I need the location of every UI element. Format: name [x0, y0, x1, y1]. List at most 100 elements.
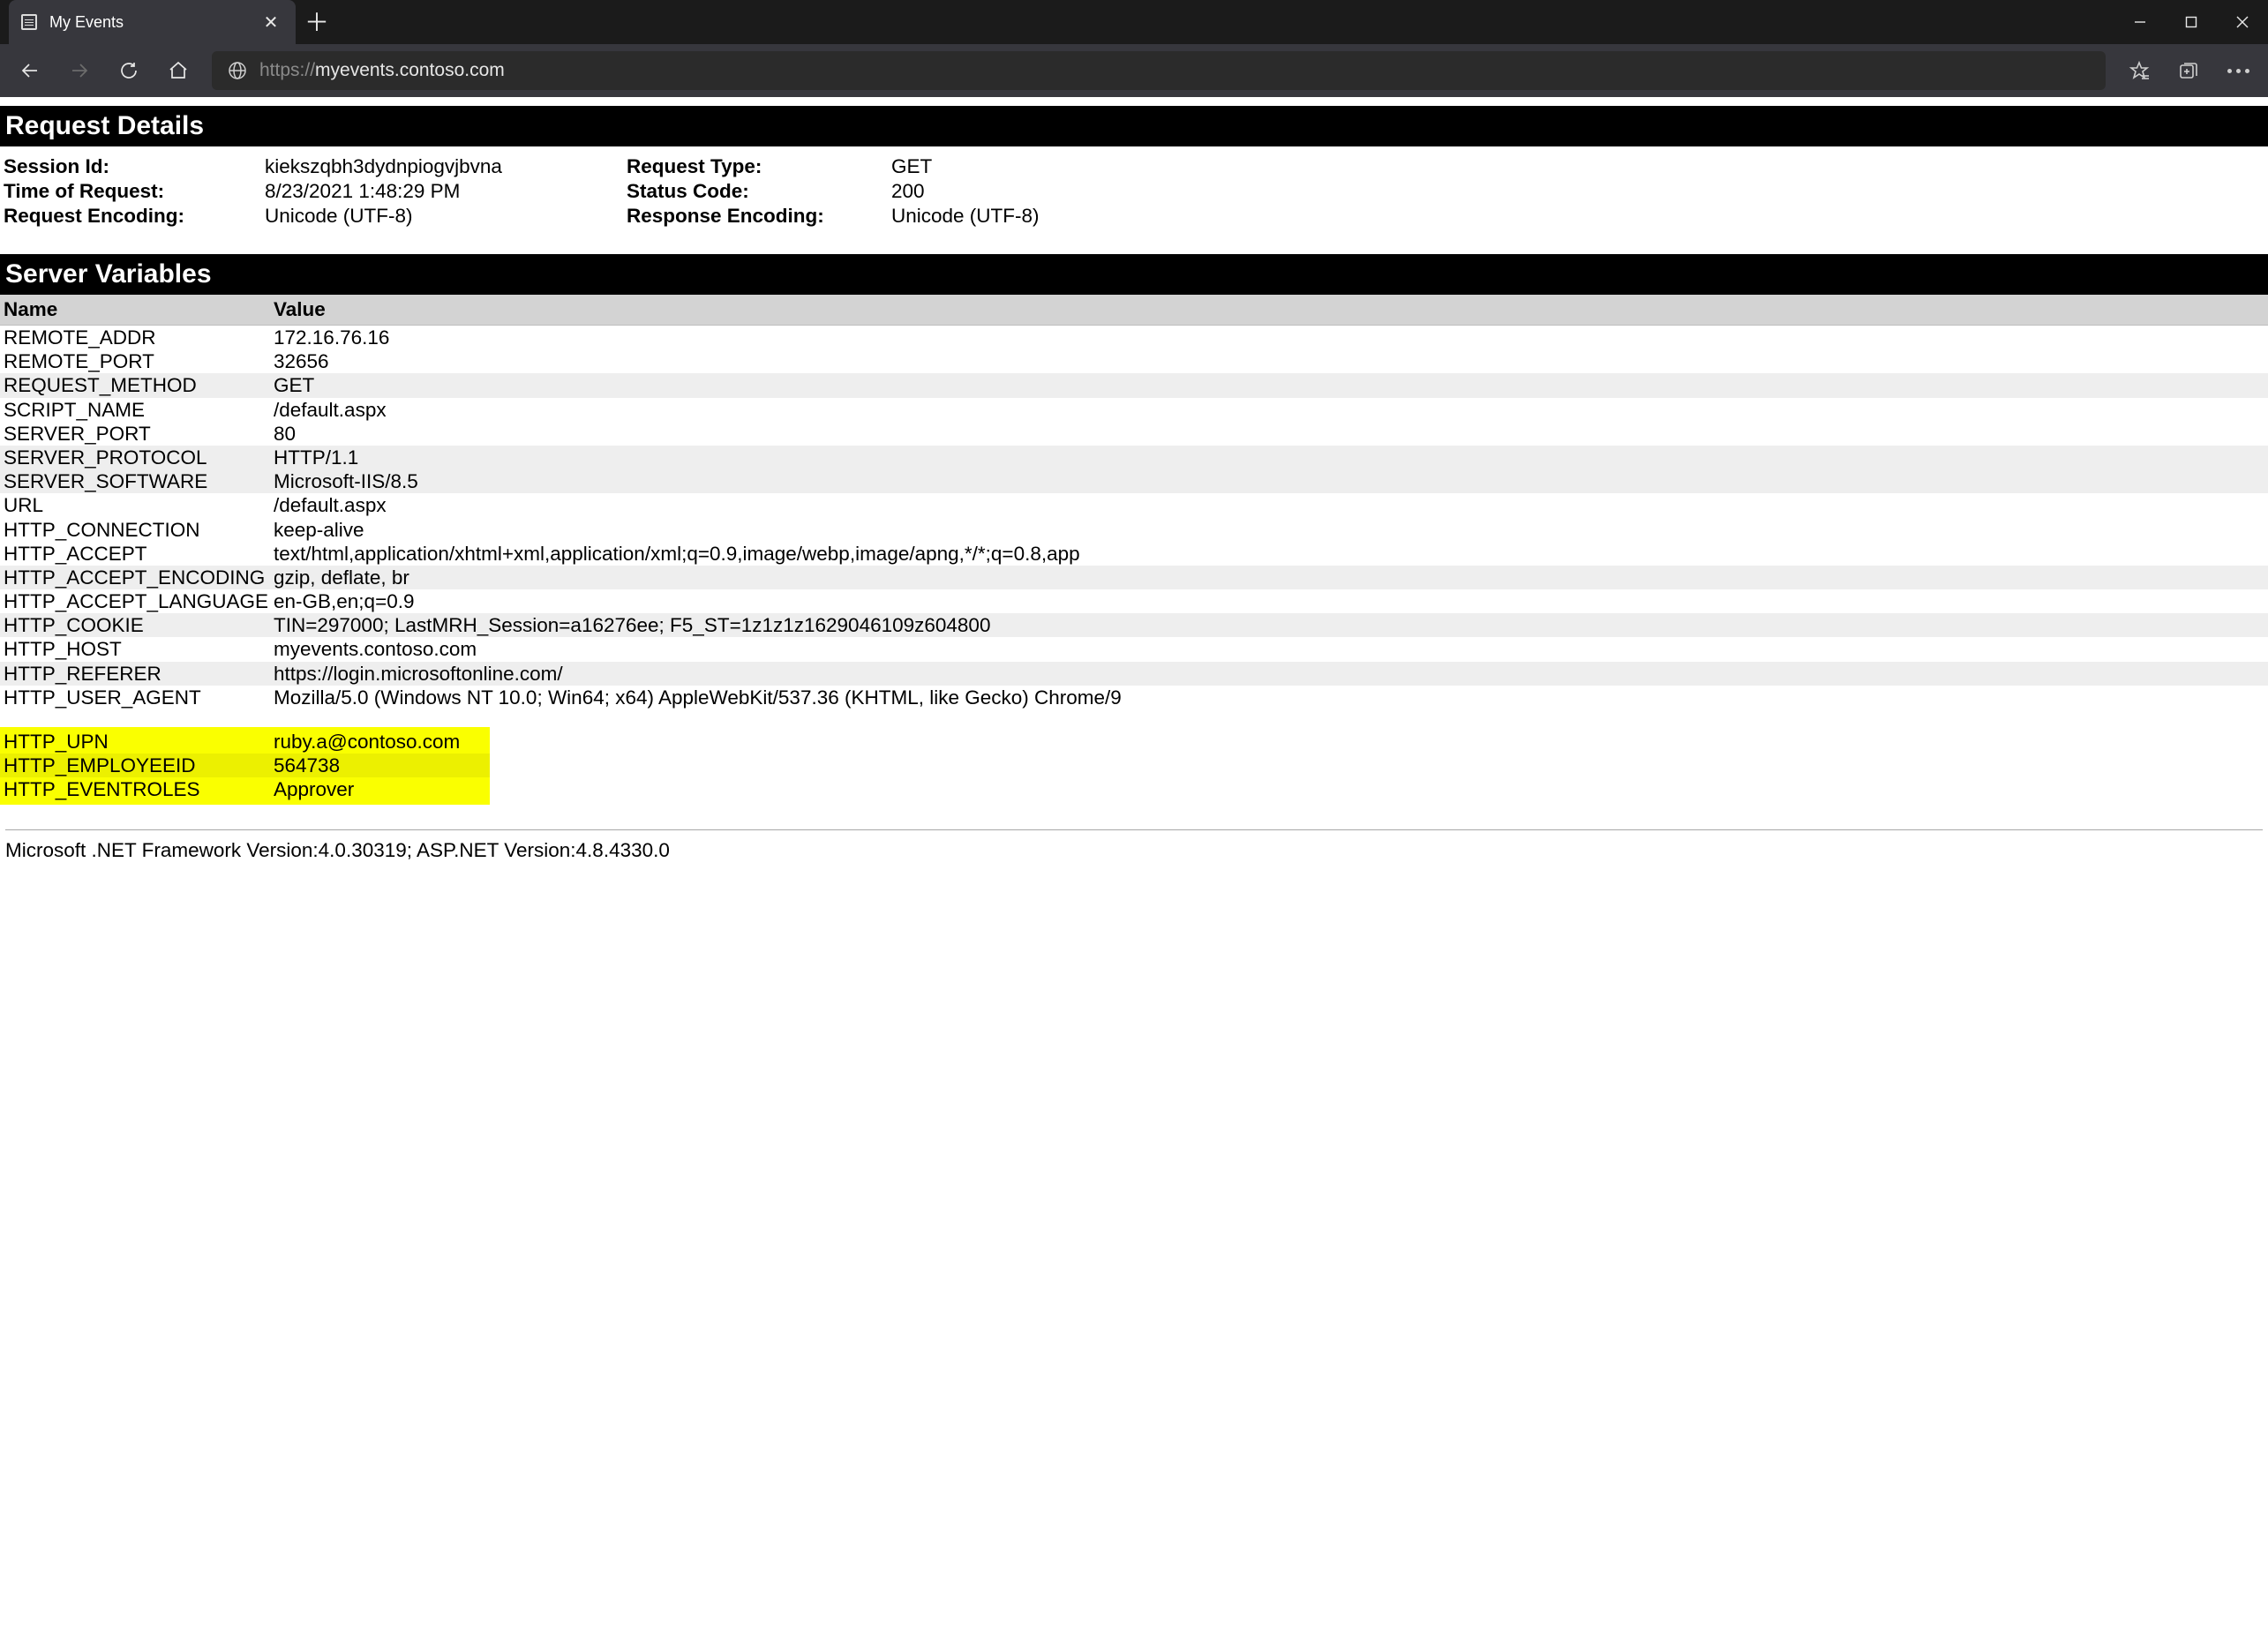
request-encoding-label: Request Encoding: — [4, 205, 265, 228]
table-row: HTTP_ACCEPTtext/html,application/xhtml+x… — [0, 542, 2268, 566]
status-code-value: 200 — [891, 180, 2264, 203]
session-id-value: kiekszqbh3dydnpiogvjbvna — [265, 155, 627, 178]
back-button[interactable] — [9, 49, 51, 92]
table-row: HTTP_CONNECTIONkeep-alive — [0, 518, 2268, 542]
forward-button[interactable] — [58, 49, 101, 92]
window-close-button[interactable] — [2217, 0, 2268, 44]
var-name: HTTP_CONNECTION — [0, 518, 270, 542]
ellipsis-icon — [2227, 69, 2249, 73]
divider — [5, 829, 2263, 830]
table-row: HTTP_REFERERhttps://login.microsoftonlin… — [0, 662, 2268, 686]
url-host: myevents.contoso.com — [315, 60, 505, 80]
response-encoding-value: Unicode (UTF-8) — [891, 205, 2264, 228]
status-code-label: Status Code: — [627, 180, 891, 203]
var-name: REMOTE_PORT — [0, 349, 270, 373]
home-button[interactable] — [157, 49, 199, 92]
var-name: REMOTE_ADDR — [0, 326, 270, 349]
var-name: HTTP_ACCEPT — [0, 542, 270, 566]
browser-toolbar: https://myevents.contoso.com — [0, 44, 2268, 97]
var-value: 80 — [270, 422, 2268, 446]
var-value: GET — [270, 373, 2268, 397]
table-row: SERVER_PROTOCOLHTTP/1.1 — [0, 446, 2268, 469]
page-content: Request Details Session Id: kiekszqbh3dy… — [0, 97, 2268, 1650]
var-name: REQUEST_METHOD — [0, 373, 270, 397]
var-name: HTTP_EMPLOYEEID — [0, 754, 270, 777]
favorites-button[interactable] — [2118, 49, 2160, 92]
browser-tab[interactable]: My Events ✕ — [9, 0, 296, 44]
tab-close-button[interactable]: ✕ — [259, 11, 283, 34]
table-header-row: Name Value — [0, 295, 2268, 326]
column-value-header: Value — [270, 295, 2268, 325]
browser-titlebar: My Events ✕ ＋ — [0, 0, 2268, 44]
var-value: gzip, deflate, br — [270, 566, 2268, 589]
var-value: /default.aspx — [270, 398, 2268, 422]
var-value: 32656 — [270, 349, 2268, 373]
window-maximize-button[interactable] — [2166, 0, 2217, 44]
window-controls — [2114, 0, 2268, 44]
request-details-grid: Session Id: kiekszqbh3dydnpiogvjbvna Req… — [0, 146, 2268, 254]
table-row: REQUEST_METHODGET — [0, 373, 2268, 397]
session-id-label: Session Id: — [4, 155, 265, 178]
var-value: myevents.contoso.com — [270, 637, 2268, 661]
var-name: HTTP_ACCEPT_LANGUAGE — [0, 589, 270, 613]
framework-footer: Microsoft .NET Framework Version:4.0.303… — [0, 839, 2268, 880]
highlighted-row: HTTP_EVENTROLESApprover — [0, 777, 490, 801]
table-row: HTTP_USER_AGENTMozilla/5.0 (Windows NT 1… — [0, 686, 2268, 709]
time-of-request-value: 8/23/2021 1:48:29 PM — [265, 180, 627, 203]
table-row: REMOTE_PORT32656 — [0, 349, 2268, 373]
var-name: HTTP_REFERER — [0, 662, 270, 686]
menu-button[interactable] — [2217, 49, 2259, 92]
table-row: SCRIPT_NAME/default.aspx — [0, 398, 2268, 422]
var-value: 172.16.76.16 — [270, 326, 2268, 349]
collections-button[interactable] — [2167, 49, 2210, 92]
var-name: URL — [0, 493, 270, 517]
table-row: HTTP_HOSTmyevents.contoso.com — [0, 637, 2268, 661]
highlighted-vars: HTTP_UPNruby.a@contoso.comHTTP_EMPLOYEEI… — [0, 727, 490, 805]
new-tab-button[interactable]: ＋ — [296, 0, 338, 42]
var-name: SERVER_SOFTWARE — [0, 469, 270, 493]
table-row: URL/default.aspx — [0, 493, 2268, 517]
table-row: SERVER_SOFTWAREMicrosoft-IIS/8.5 — [0, 469, 2268, 493]
server-variables-heading: Server Variables — [0, 254, 2268, 295]
var-value: Mozilla/5.0 (Windows NT 10.0; Win64; x64… — [270, 686, 2268, 709]
var-name: HTTP_USER_AGENT — [0, 686, 270, 709]
highlighted-row: HTTP_UPNruby.a@contoso.com — [0, 730, 490, 754]
var-value: keep-alive — [270, 518, 2268, 542]
page-favicon — [21, 14, 37, 30]
var-value: ruby.a@contoso.com — [270, 730, 490, 754]
var-value: 564738 — [270, 754, 490, 777]
var-name: SCRIPT_NAME — [0, 398, 270, 422]
address-bar[interactable]: https://myevents.contoso.com — [212, 51, 2106, 90]
server-variables-table: Name Value REMOTE_ADDR172.16.76.16REMOTE… — [0, 295, 2268, 805]
highlighted-row: HTTP_EMPLOYEEID564738 — [0, 754, 490, 777]
site-info-icon[interactable] — [228, 61, 247, 80]
table-row: HTTP_ACCEPT_ENCODINGgzip, deflate, br — [0, 566, 2268, 589]
var-value: Approver — [270, 777, 490, 801]
request-type-label: Request Type: — [627, 155, 891, 178]
table-row: HTTP_COOKIETIN=297000; LastMRH_Session=a… — [0, 613, 2268, 637]
response-encoding-label: Response Encoding: — [627, 205, 891, 228]
var-value: HTTP/1.1 — [270, 446, 2268, 469]
tab-title: My Events — [49, 13, 246, 32]
var-value: en-GB,en;q=0.9 — [270, 589, 2268, 613]
request-details-heading: Request Details — [0, 106, 2268, 146]
request-type-value: GET — [891, 155, 2264, 178]
column-name-header: Name — [0, 295, 270, 325]
var-name: HTTP_EVENTROLES — [0, 777, 270, 801]
time-of-request-label: Time of Request: — [4, 180, 265, 203]
var-name: HTTP_COOKIE — [0, 613, 270, 637]
blank-row — [0, 709, 2268, 727]
table-row: SERVER_PORT80 — [0, 422, 2268, 446]
table-row: REMOTE_ADDR172.16.76.16 — [0, 326, 2268, 349]
var-name: HTTP_HOST — [0, 637, 270, 661]
var-name: SERVER_PORT — [0, 422, 270, 446]
table-row: HTTP_ACCEPT_LANGUAGEen-GB,en;q=0.9 — [0, 589, 2268, 613]
var-value: Microsoft-IIS/8.5 — [270, 469, 2268, 493]
var-name: SERVER_PROTOCOL — [0, 446, 270, 469]
var-value: text/html,application/xhtml+xml,applicat… — [270, 542, 2268, 566]
var-name: HTTP_ACCEPT_ENCODING — [0, 566, 270, 589]
refresh-button[interactable] — [108, 49, 150, 92]
var-value: https://login.microsoftonline.com/ — [270, 662, 2268, 686]
window-minimize-button[interactable] — [2114, 0, 2166, 44]
var-value: TIN=297000; LastMRH_Session=a16276ee; F5… — [270, 613, 2268, 637]
